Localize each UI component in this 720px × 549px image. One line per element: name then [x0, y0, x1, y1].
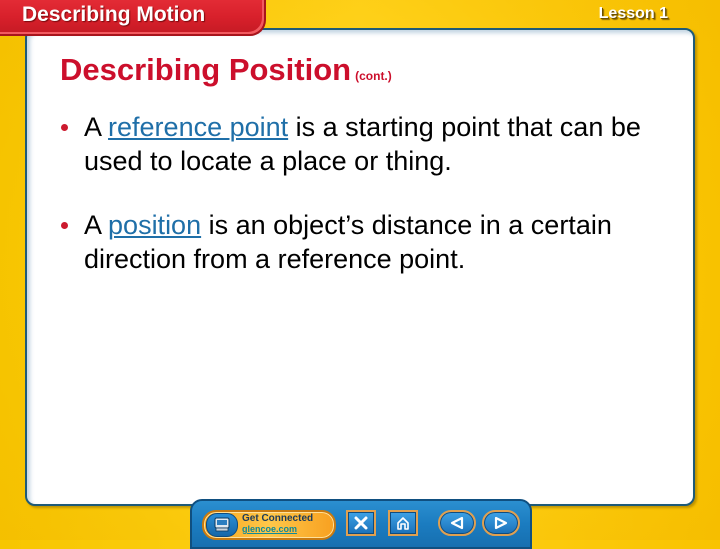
next-button[interactable] — [482, 510, 520, 536]
content-panel: Describing Position (cont.) A reference p… — [25, 28, 695, 506]
section-tab: Describing Motion — [0, 0, 266, 36]
triangle-right-icon — [494, 516, 508, 530]
bullet-dot-icon — [61, 124, 68, 131]
close-icon — [354, 516, 368, 530]
slide-title: Describing Position (cont.) — [60, 52, 392, 88]
bullet-prefix: A — [84, 210, 109, 240]
section-title: Describing Motion — [22, 3, 206, 26]
lesson-label: Lesson 1 — [598, 5, 668, 22]
bullet-dot-icon — [61, 222, 68, 229]
home-button[interactable] — [388, 510, 418, 536]
home-icon — [397, 517, 409, 530]
keyword-link-position[interactable]: position — [108, 210, 201, 240]
get-connected-button[interactable]: Get Connected glencoe.com — [202, 510, 336, 540]
slide-title-text: Describing Position — [60, 52, 352, 87]
get-connected-label: Get Connected — [242, 513, 314, 524]
exit-button[interactable] — [346, 510, 376, 536]
glencoe-link[interactable]: glencoe.com — [242, 524, 313, 535]
navigation-bar: Get Connected glencoe.com — [190, 499, 532, 549]
bullet-list: A reference point is a starting point th… — [57, 110, 657, 306]
computer-icon — [206, 513, 238, 537]
keyword-link-reference-point[interactable]: reference point — [108, 112, 288, 142]
previous-button[interactable] — [438, 510, 476, 536]
slide-title-suffix: (cont.) — [355, 69, 392, 83]
bullet-item: A reference point is a starting point th… — [57, 110, 657, 178]
bullet-prefix: A — [84, 112, 109, 142]
get-connected-text: Get Connected glencoe.com — [242, 513, 313, 535]
triangle-left-icon — [450, 516, 464, 530]
bullet-item: A position is an object’s distance in a … — [57, 208, 657, 276]
